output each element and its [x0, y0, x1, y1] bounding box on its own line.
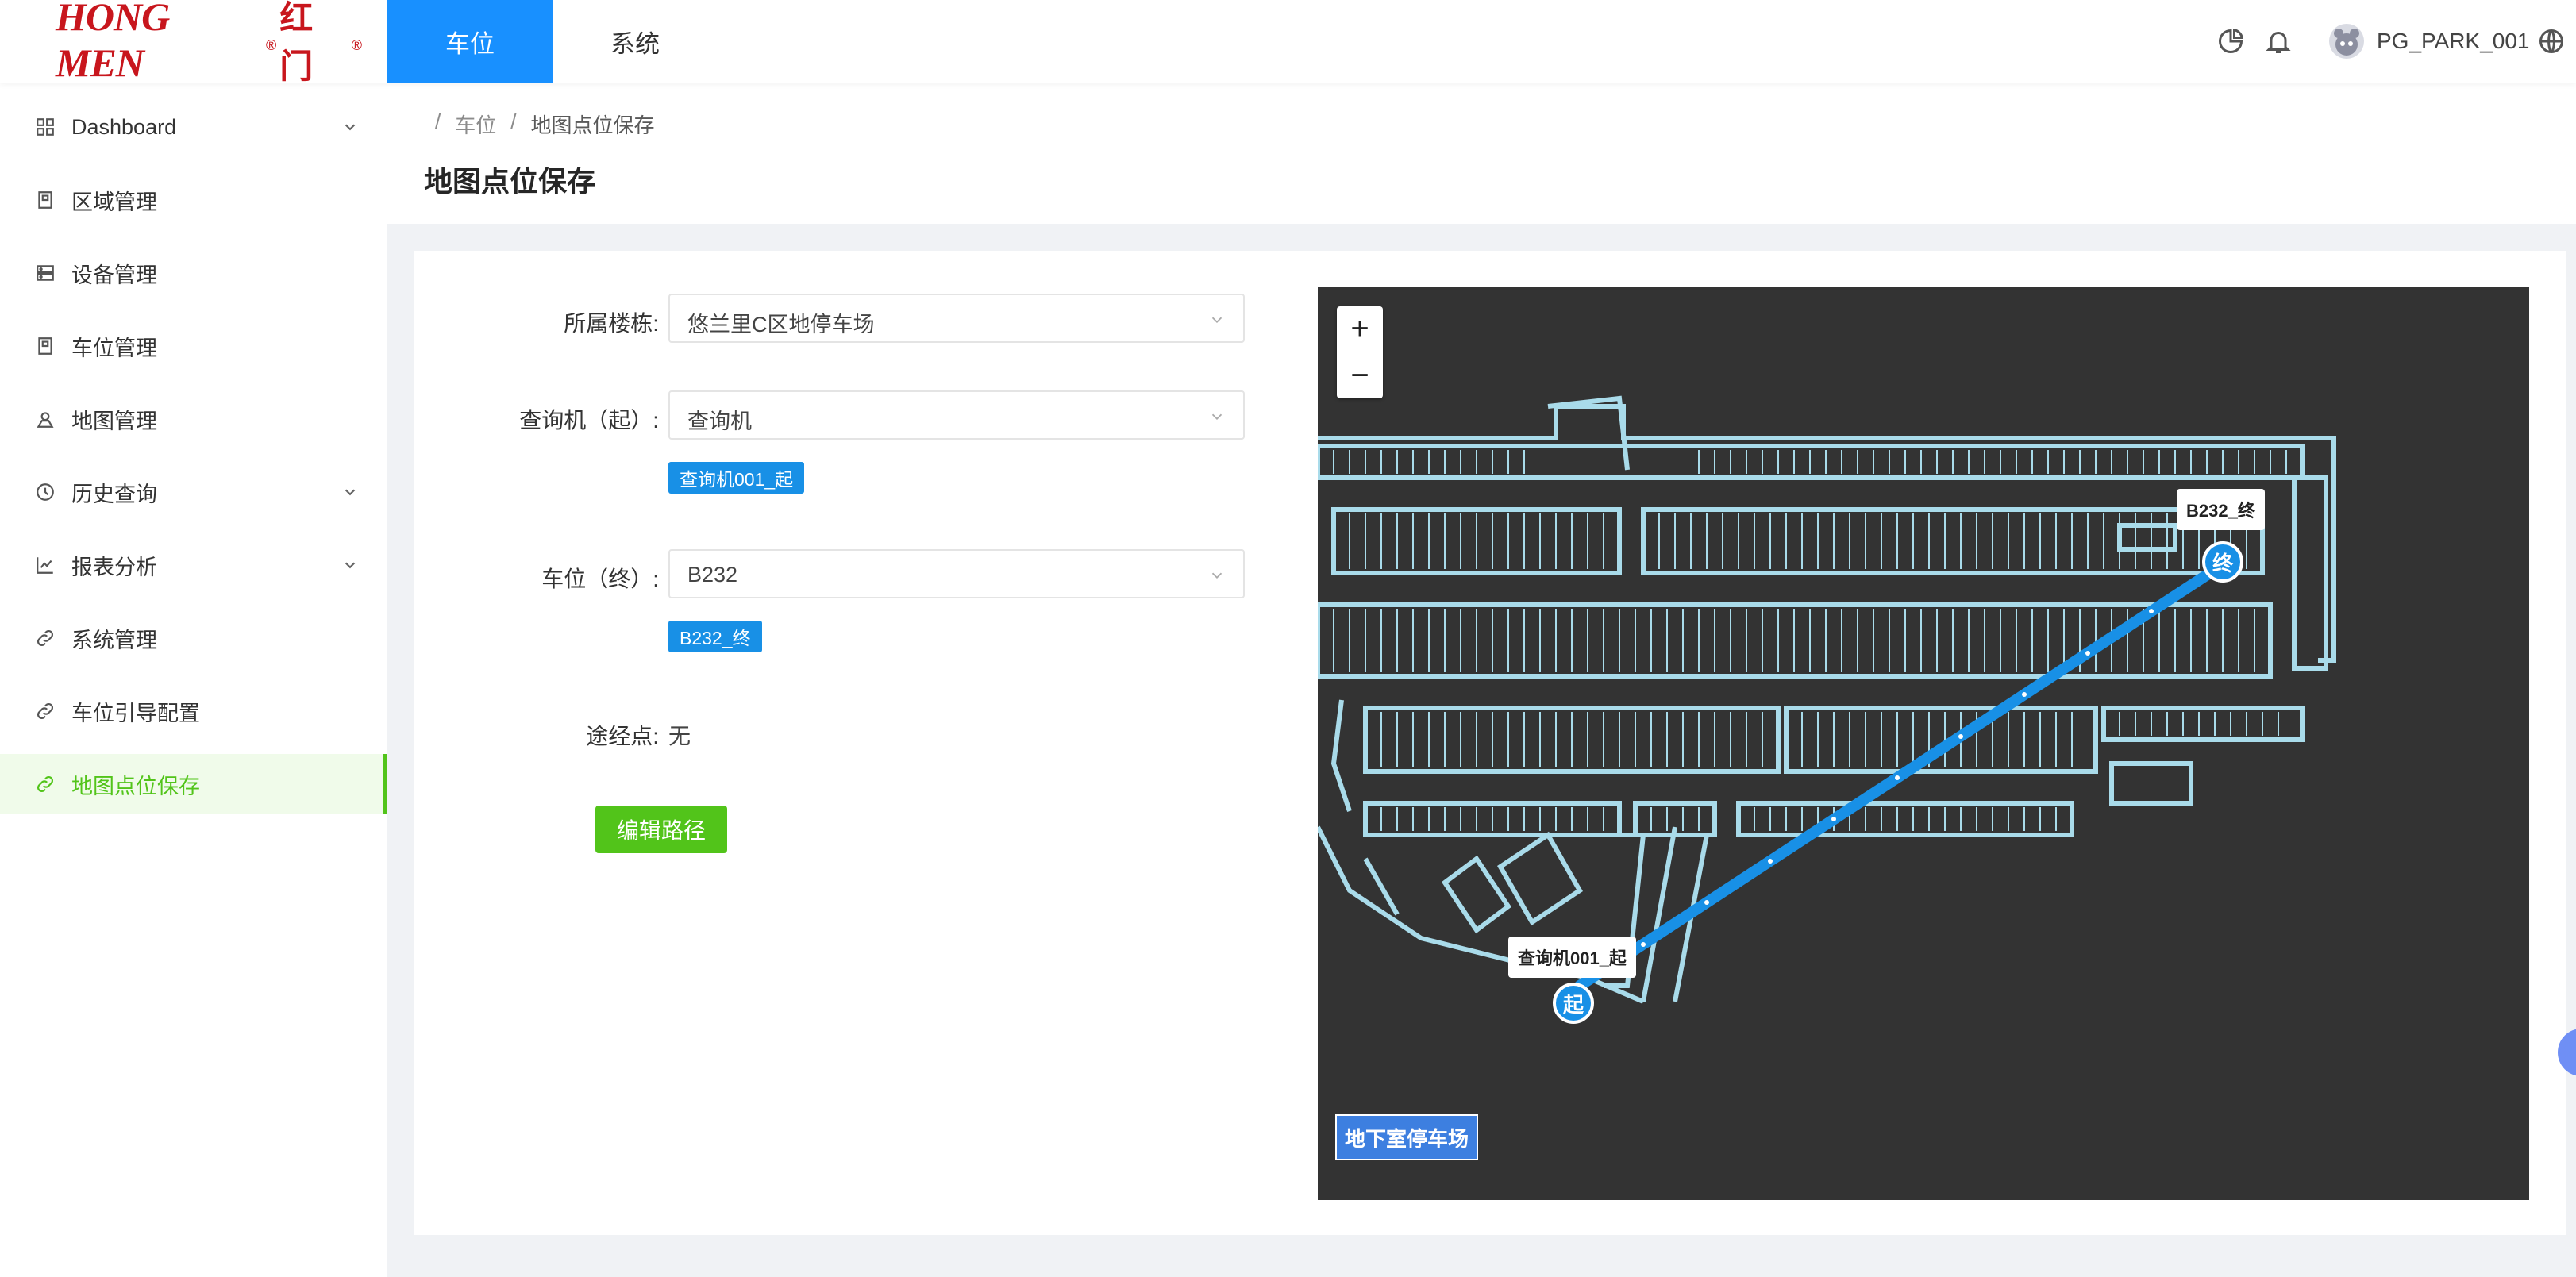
start-point-pin[interactable]: 起	[1553, 983, 1594, 1024]
sidebar-item-label: 历史查询	[71, 482, 157, 506]
sidebar-item-parking[interactable]: 车位管理	[0, 316, 387, 376]
user-avatar[interactable]	[2329, 24, 2364, 59]
chevron-down-icon	[1211, 413, 1223, 421]
kiosk-tag[interactable]: 查询机001_起	[668, 462, 805, 494]
sidebar-item-label: Dashboard	[71, 114, 177, 139]
sidebar-item-label: 地图管理	[71, 409, 157, 433]
top-tab-system[interactable]: 系统	[553, 0, 718, 83]
sidebar-item-system[interactable]: 系统管理	[0, 608, 387, 668]
floor-selector-button[interactable]: 地下室停车场	[1335, 1114, 1479, 1160]
top-header: HONG MEN ® 红门 ® 车位 系统 PG_PARK_001	[0, 0, 2576, 86]
sidebar-item-reports[interactable]: 报表分析	[0, 535, 387, 595]
bell-icon[interactable]	[2264, 27, 2293, 56]
via-label: 途经点:	[586, 724, 659, 748]
server-icon	[37, 265, 54, 281]
page-title: 地图点位保存	[424, 165, 596, 198]
pie-chart-icon[interactable]	[2216, 27, 2245, 56]
chevron-down-icon	[1211, 572, 1223, 579]
parking-icon	[38, 337, 52, 355]
sidebar-item-label: 车位管理	[71, 336, 157, 360]
via-value: 无	[668, 724, 691, 748]
link-icon	[37, 776, 53, 792]
sidebar-item-label: 区域管理	[71, 190, 157, 214]
space-tag[interactable]: B232_终	[668, 621, 762, 652]
kiosk-select-value: 查询机	[687, 410, 752, 433]
logo-text-cn: 红门	[279, 0, 315, 86]
link-icon	[37, 703, 53, 719]
chevron-down-icon	[345, 489, 356, 496]
breadcrumb: / 车位 / 地图点位保存	[435, 110, 655, 139]
logo-registered-mark-2: ®	[351, 37, 362, 53]
page-header: / 车位 / 地图点位保存 地图点位保存	[387, 83, 2576, 224]
sidebar-item-label: 地图点位保存	[71, 774, 200, 798]
space-select-value: B232	[687, 563, 738, 587]
parking-map[interactable]: + − B232_终 终 查询机001_起 起 地下室停车场	[1318, 287, 2529, 1200]
breadcrumb-separator: /	[510, 110, 517, 133]
building-select[interactable]: 悠兰里C区地停车场	[668, 294, 1245, 343]
route-line	[1574, 558, 2230, 991]
sidebar-item-device[interactable]: 设备管理	[0, 243, 387, 303]
sidebar-item-guidance-config[interactable]: 车位引导配置	[0, 681, 387, 741]
breadcrumb-item-current: 地图点位保存	[530, 113, 655, 137]
breadcrumb-separator: /	[435, 110, 441, 133]
avatar-image	[2334, 29, 2359, 56]
dashboard-icon	[37, 118, 54, 136]
zoom-out-button[interactable]: −	[1337, 352, 1383, 398]
sidebar-item-label: 报表分析	[71, 555, 157, 579]
link-icon	[37, 630, 53, 646]
end-point-label: B232_终	[2177, 489, 2265, 530]
building-select-value: 悠兰里C区地停车场	[687, 313, 875, 337]
end-point-pin[interactable]: 终	[2202, 541, 2243, 583]
sidebar-item-label: 系统管理	[71, 628, 157, 652]
edit-path-button[interactable]: 编辑路径	[595, 806, 727, 853]
logo-text-en: HONG MEN	[56, 0, 170, 85]
start-point-label: 查询机001_起	[1508, 937, 1636, 978]
kiosk-label: 查询机（起）:	[519, 408, 659, 433]
zoom-control: + −	[1337, 306, 1383, 398]
chevron-down-icon	[1211, 317, 1223, 324]
chevron-down-icon	[345, 124, 356, 131]
user-name[interactable]: PG_PARK_001	[2377, 29, 2530, 54]
sidebar: Dashboard 区域管理 设备管理 车位管理 地图管理 历史查询 报表分析 …	[0, 83, 387, 1277]
parking-floor-plan	[1318, 395, 2336, 1004]
globe-icon[interactable]	[2537, 27, 2566, 56]
sidebar-item-history[interactable]: 历史查询	[0, 462, 387, 522]
zoom-in-button[interactable]: +	[1337, 306, 1383, 352]
kiosk-select[interactable]: 查询机	[668, 390, 1245, 440]
clock-icon	[37, 483, 54, 501]
top-tab-parking[interactable]: 车位	[387, 0, 553, 83]
space-select[interactable]: B232	[668, 549, 1245, 598]
line-chart-icon	[37, 557, 53, 574]
area-icon	[38, 191, 52, 209]
chevron-down-icon	[345, 562, 356, 569]
space-label: 车位（终）:	[541, 567, 659, 591]
sidebar-item-label: 设备管理	[71, 263, 157, 287]
sidebar-item-dashboard[interactable]: Dashboard	[0, 97, 387, 157]
building-label: 所属楼栋:	[564, 311, 659, 336]
sidebar-item-area[interactable]: 区域管理	[0, 170, 387, 230]
hongmen-logo[interactable]: HONG MEN ® 红门 ®	[56, 0, 365, 86]
sidebar-item-label: 车位引导配置	[71, 701, 200, 725]
sidebar-item-map-point-save[interactable]: 地图点位保存	[0, 754, 387, 814]
logo-registered-mark: ®	[266, 37, 277, 53]
map-pin-icon	[37, 412, 54, 428]
breadcrumb-item-parking[interactable]: 车位	[455, 110, 496, 139]
sidebar-item-map[interactable]: 地图管理	[0, 389, 387, 449]
